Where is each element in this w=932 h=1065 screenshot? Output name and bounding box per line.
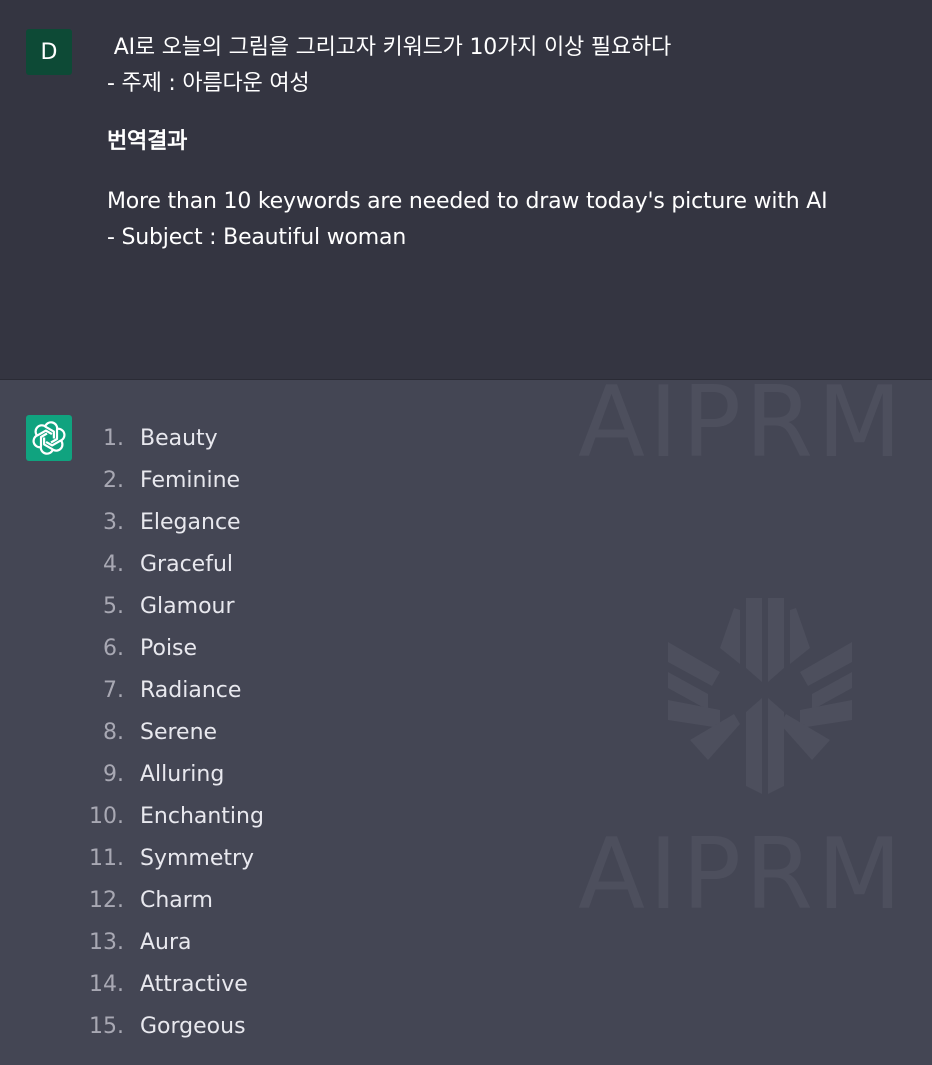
list-item-number: 6. bbox=[103, 636, 124, 661]
user-avatar-letter: D bbox=[40, 39, 58, 65]
aiprm-logo-icon bbox=[668, 598, 852, 794]
list-item-number: 4. bbox=[103, 552, 124, 577]
list-item-text: Attractive bbox=[140, 972, 248, 997]
translation-line-2: - Subject : Beautiful woman bbox=[107, 225, 407, 250]
list-item-number: 2. bbox=[103, 468, 124, 493]
translation-heading: 번역결과 bbox=[107, 129, 188, 154]
list-item-text: Gorgeous bbox=[140, 1014, 246, 1039]
assistant-message: AIPRM AIPRM 1. Beauty 2. Feminine 3. Ele… bbox=[0, 380, 932, 1065]
list-item-text: Symmetry bbox=[140, 846, 255, 871]
list-item-number: 14. bbox=[89, 972, 124, 997]
list-item-text: Alluring bbox=[140, 762, 225, 787]
user-avatar: D bbox=[26, 29, 72, 75]
list-item-text: Beauty bbox=[140, 426, 218, 451]
list-item-number: 12. bbox=[89, 888, 124, 913]
list-item-number: 9. bbox=[103, 762, 124, 787]
list-item-number: 11. bbox=[89, 846, 124, 871]
prompt-line-2: - 주제 : 아름다운 여성 bbox=[107, 71, 310, 96]
list-item-number: 1. bbox=[103, 426, 124, 451]
list-item-text: Graceful bbox=[140, 552, 234, 577]
list-item-text: Elegance bbox=[140, 510, 241, 535]
prompt-line-1: AI로 오늘의 그림을 그리고자 키워드가 10가지 이상 필요하다 bbox=[107, 35, 671, 60]
list-item-number: 15. bbox=[89, 1014, 124, 1039]
list-item-text: Serene bbox=[140, 720, 218, 745]
translation-line-1: More than 10 keywords are needed to draw… bbox=[107, 189, 828, 214]
list-item-number: 10. bbox=[89, 804, 124, 829]
list-item-text: Feminine bbox=[140, 468, 241, 493]
list-item-text: Enchanting bbox=[140, 804, 264, 829]
list-item-number: 13. bbox=[89, 930, 124, 955]
list-item-number: 7. bbox=[103, 678, 124, 703]
list-item-text: Radiance bbox=[140, 678, 242, 703]
watermark-text-bottom: AIPRM bbox=[578, 818, 906, 932]
list-item-number: 8. bbox=[103, 720, 124, 745]
list-item-text: Poise bbox=[140, 636, 198, 661]
user-message: D AI로 오늘의 그림을 그리고자 키워드가 10가지 이상 필요하다 - 주… bbox=[0, 0, 932, 380]
list-item-text: Aura bbox=[140, 930, 192, 955]
list-item-text: Glamour bbox=[140, 594, 235, 619]
list-item-number: 5. bbox=[103, 594, 124, 619]
watermark-text-top: AIPRM bbox=[578, 380, 906, 480]
list-item-number: 3. bbox=[103, 510, 124, 535]
user-message-text: AI로 오늘의 그림을 그리고자 키워드가 10가지 이상 필요하다 - 주제 … bbox=[107, 30, 907, 256]
list-item-text: Charm bbox=[140, 888, 213, 913]
